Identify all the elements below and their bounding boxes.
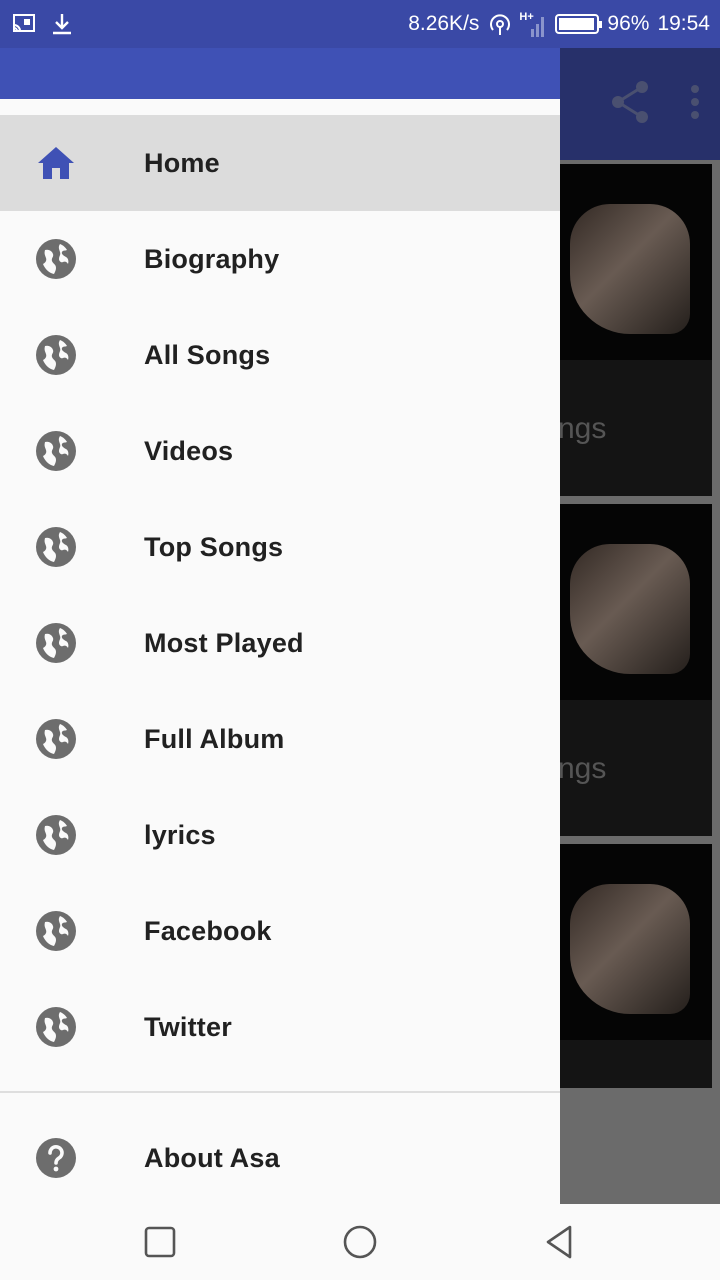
artist-image (560, 504, 712, 700)
artist-card[interactable]: ngs (558, 164, 712, 496)
home-button[interactable] (342, 1224, 378, 1260)
drawer-item-label: Videos (144, 435, 234, 466)
drawer-item-most-played[interactable]: Most Played (0, 595, 560, 691)
status-bar: 8.26K/s H+ 96% 19:54 (0, 0, 720, 48)
drawer-item-all-songs[interactable]: All Songs (0, 307, 560, 403)
artist-image (560, 164, 712, 360)
drawer-item-label: lyrics (144, 819, 216, 850)
recents-button[interactable] (142, 1224, 178, 1260)
hotspot-icon (490, 14, 511, 35)
drawer-item-videos[interactable]: Videos (0, 403, 560, 499)
battery-icon (555, 14, 603, 34)
battery-percent: 96% (607, 12, 650, 35)
globe-icon (36, 431, 76, 471)
drawer-item-full-album[interactable]: Full Album (0, 691, 560, 787)
drawer-item-label: Most Played (144, 627, 304, 658)
artist-card[interactable] (560, 844, 712, 1088)
drawer-item-label: Top Songs (144, 531, 284, 562)
drawer-item-home[interactable]: Home (0, 115, 560, 211)
drawer-item-lyrics[interactable]: lyrics (0, 787, 560, 883)
drawer-item-label: Twitter (144, 1011, 232, 1042)
drawer-item-label: Home (144, 147, 220, 178)
system-navigation-bar (0, 1204, 720, 1280)
drawer-item-label: All Songs (144, 339, 271, 370)
globe-icon (36, 623, 76, 663)
drawer-item-biography[interactable]: Biography (0, 211, 560, 307)
artist-card[interactable]: ngs (558, 504, 712, 836)
drawer-item-about[interactable]: About Asa (0, 1110, 560, 1206)
signal-icon: H+ (519, 9, 547, 39)
download-icon (53, 14, 71, 35)
drawer-item-label: About Asa (144, 1142, 280, 1173)
drawer-divider (0, 1091, 560, 1093)
card-title: ngs (558, 412, 607, 445)
navigation-drawer: Home Biography All Songs Videos Top Songs Mos… (0, 48, 560, 1204)
drawer-header (0, 48, 560, 99)
globe-icon (36, 239, 76, 279)
home-icon (38, 147, 74, 179)
drawer-item-label: Facebook (144, 915, 272, 946)
globe-icon (36, 1007, 76, 1047)
drawer-item-label: Biography (144, 243, 280, 274)
globe-icon (36, 719, 76, 759)
network-speed: 8.26K/s (408, 12, 480, 35)
share-icon[interactable] (610, 80, 650, 124)
card-title: ngs (558, 752, 607, 785)
toolbar-actions (610, 80, 700, 124)
artist-image (560, 844, 712, 1040)
drawer-item-twitter[interactable]: Twitter (0, 979, 560, 1075)
globe-icon (36, 527, 76, 567)
clock: 19:54 (657, 12, 710, 35)
drawer-item-facebook[interactable]: Facebook (0, 883, 560, 979)
screen-cast-icon (13, 14, 35, 32)
globe-icon (36, 335, 76, 375)
help-icon (36, 1138, 76, 1178)
drawer-item-label: Full Album (144, 723, 285, 754)
globe-icon (36, 911, 76, 951)
globe-icon (36, 815, 76, 855)
drawer-item-top-songs[interactable]: Top Songs (0, 499, 560, 595)
back-button[interactable] (542, 1224, 578, 1260)
overflow-menu-icon[interactable] (690, 84, 700, 120)
drawer-menu: Home Biography All Songs Videos Top Songs Mos… (0, 115, 560, 1075)
